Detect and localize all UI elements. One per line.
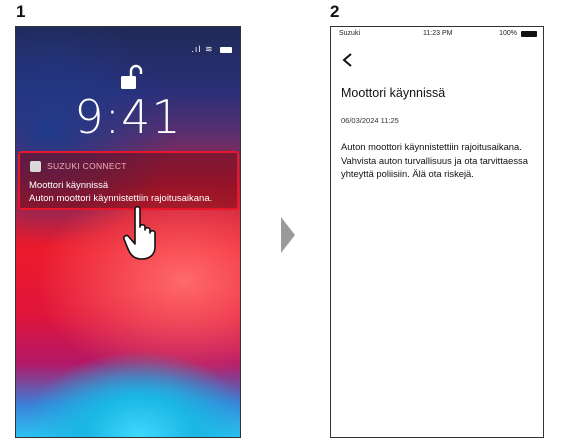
app-icon <box>30 161 41 172</box>
battery-percent: 100% <box>499 30 517 37</box>
unlocked-padlock-icon <box>121 64 143 89</box>
notification-body: Auton moottori käynnistettiin rajoitusai… <box>29 193 213 204</box>
app-status-bar: Suzuki 11:23 PM 100% <box>331 30 543 41</box>
step-number-2: 2 <box>330 2 340 21</box>
battery-icon <box>521 31 537 37</box>
page-title: Moottori käynnissä <box>341 86 446 100</box>
status-time: 11:23 PM <box>423 30 453 37</box>
back-button[interactable] <box>340 52 356 68</box>
notification-title: Moottori käynnissä <box>29 180 109 191</box>
next-step-arrow-icon <box>281 217 295 253</box>
push-notification[interactable]: SUZUKI CONNECT Moottori käynnissä Auton … <box>18 151 239 210</box>
signal-icon: .ıl <box>191 44 202 54</box>
lock-status-bar: .ıl ≋ <box>191 44 232 55</box>
tap-hand-icon <box>123 205 156 260</box>
message-body: Auton moottori käynnistettiin rajoitusai… <box>341 141 528 179</box>
step-number-1: 1 <box>16 2 26 21</box>
lock-screen-phone: .ıl ≋ 9:41 SUZUKI CONNECT Moottori käynn… <box>15 26 241 438</box>
message-date: 06/03/2024 11:25 <box>341 116 399 125</box>
lock-clock: 9:41 <box>74 90 182 144</box>
carrier-label: Suzuki <box>339 30 361 37</box>
notification-app-name: SUZUKI CONNECT <box>47 161 127 171</box>
battery-icon <box>220 46 232 53</box>
app-detail-phone: Suzuki 11:23 PM 100% Moottori käynnissä … <box>330 26 544 438</box>
wifi-icon: ≋ <box>204 44 214 54</box>
